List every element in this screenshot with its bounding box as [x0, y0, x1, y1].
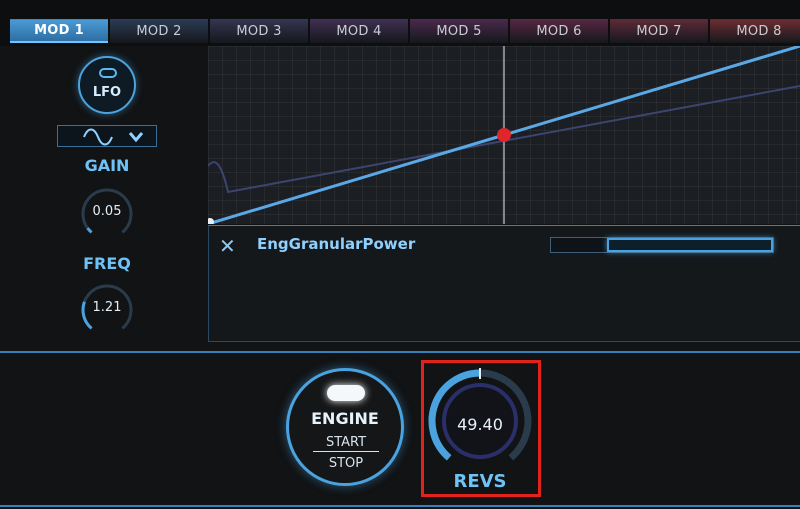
tab-mod-3[interactable]: MOD 3	[210, 19, 308, 43]
lfo-led-indicator	[99, 68, 117, 78]
tab-mod-8[interactable]: MOD 8	[710, 19, 800, 43]
tab-mod-5[interactable]: MOD 5	[410, 19, 508, 43]
revs-label: REVS	[453, 471, 507, 492]
gain-knob-fill	[86, 227, 93, 234]
sine-wave-icon	[83, 128, 113, 146]
section-divider	[0, 351, 800, 353]
tab-mod-4[interactable]: MOD 4	[310, 19, 408, 43]
engine-start-label: START	[313, 435, 379, 452]
freq-knob[interactable]: 1.21	[79, 282, 135, 338]
parameter-name: EngGranularPower	[257, 235, 416, 253]
tab-mod-6[interactable]: MOD 6	[510, 19, 608, 43]
gain-label: GAIN	[84, 156, 130, 175]
parameter-range-bar[interactable]	[550, 237, 774, 253]
parameter-range-fill[interactable]	[607, 238, 773, 252]
waveform-select[interactable]	[57, 125, 157, 147]
engine-label: ENGINE	[311, 409, 379, 428]
freq-label: FREQ	[83, 254, 131, 273]
cursor-point[interactable]	[497, 128, 511, 142]
mod-tab-bar: MOD 1 MOD 2 MOD 3 MOD 4 MOD 5 MOD 6 MOD 7 MOD 8	[0, 0, 800, 46]
close-icon[interactable]: ✕	[219, 234, 236, 258]
tab-mod-1[interactable]: MOD 1	[10, 19, 108, 43]
curve-start-handle[interactable]	[208, 218, 214, 224]
revs-value: 49.40	[457, 415, 503, 434]
lfo-label: LFO	[92, 85, 122, 100]
freq-value: 1.21	[92, 300, 122, 315]
modulation-graph[interactable]	[208, 46, 800, 224]
parameter-panel: ✕ EngGranularPower	[208, 225, 800, 342]
engine-led-indicator	[327, 385, 365, 401]
gain-value: 0.05	[92, 204, 122, 219]
tab-mod-2[interactable]: MOD 2	[110, 19, 208, 43]
engine-button[interactable]: ENGINE START STOP	[286, 368, 404, 486]
tab-mod-7[interactable]: MOD 7	[610, 19, 708, 43]
lfo-button[interactable]: LFO	[78, 56, 136, 114]
lfo-panel: LFO GAIN 0.05 FREQ 1.21	[0, 46, 208, 346]
bottom-border	[0, 505, 800, 507]
engine-stop-label: STOP	[328, 456, 364, 471]
chevron-down-icon	[128, 132, 144, 143]
gain-knob[interactable]: 0.05	[79, 186, 135, 242]
